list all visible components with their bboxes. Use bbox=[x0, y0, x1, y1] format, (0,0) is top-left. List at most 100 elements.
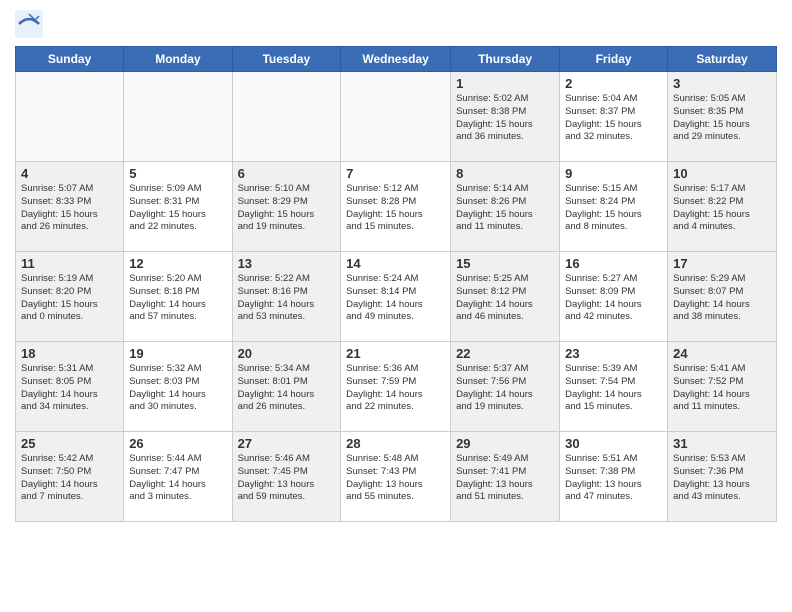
cell-info-line: Sunset: 8:09 PM bbox=[565, 286, 662, 299]
cell-info-line: and 26 minutes. bbox=[21, 221, 118, 234]
day-number: 17 bbox=[673, 256, 771, 271]
day-number: 28 bbox=[346, 436, 445, 451]
cell-info-line: Sunset: 8:18 PM bbox=[129, 286, 226, 299]
cell-info-line: Sunset: 8:05 PM bbox=[21, 376, 118, 389]
cell-info-line: Sunset: 7:41 PM bbox=[456, 466, 554, 479]
cell-info-line: and 34 minutes. bbox=[21, 401, 118, 414]
cal-cell: 1Sunrise: 5:02 AMSunset: 8:38 PMDaylight… bbox=[451, 72, 560, 162]
day-header-saturday: Saturday bbox=[668, 47, 777, 72]
cell-info-line: Sunrise: 5:24 AM bbox=[346, 273, 445, 286]
day-number: 2 bbox=[565, 76, 662, 91]
cell-info-line: Sunset: 8:37 PM bbox=[565, 106, 662, 119]
cell-info-line: and 22 minutes. bbox=[129, 221, 226, 234]
cell-info-line: Daylight: 14 hours bbox=[565, 389, 662, 402]
cell-info-line: Daylight: 14 hours bbox=[129, 389, 226, 402]
day-header-wednesday: Wednesday bbox=[341, 47, 451, 72]
cell-info-line: and 29 minutes. bbox=[673, 131, 771, 144]
cal-cell bbox=[232, 72, 341, 162]
cell-info-line: Daylight: 13 hours bbox=[673, 479, 771, 492]
cell-info-line: and 22 minutes. bbox=[346, 401, 445, 414]
day-number: 22 bbox=[456, 346, 554, 361]
cell-info-line: Sunset: 7:43 PM bbox=[346, 466, 445, 479]
cell-info-line: Daylight: 14 hours bbox=[346, 389, 445, 402]
day-number: 19 bbox=[129, 346, 226, 361]
cell-info-line: Sunset: 7:38 PM bbox=[565, 466, 662, 479]
cell-info-line: Sunrise: 5:32 AM bbox=[129, 363, 226, 376]
cell-info-line: Daylight: 15 hours bbox=[21, 209, 118, 222]
cell-info-line: Sunset: 8:03 PM bbox=[129, 376, 226, 389]
cell-info-line: and 38 minutes. bbox=[673, 311, 771, 324]
day-number: 3 bbox=[673, 76, 771, 91]
cell-info-line: Daylight: 15 hours bbox=[673, 209, 771, 222]
day-number: 12 bbox=[129, 256, 226, 271]
cal-cell: 20Sunrise: 5:34 AMSunset: 8:01 PMDayligh… bbox=[232, 342, 341, 432]
cell-info-line: and 30 minutes. bbox=[129, 401, 226, 414]
cell-info-line: Sunrise: 5:36 AM bbox=[346, 363, 445, 376]
cell-info-line: and 57 minutes. bbox=[129, 311, 226, 324]
cell-info-line: Daylight: 14 hours bbox=[129, 299, 226, 312]
cal-cell: 28Sunrise: 5:48 AMSunset: 7:43 PMDayligh… bbox=[341, 432, 451, 522]
cell-info-line: Sunset: 8:24 PM bbox=[565, 196, 662, 209]
cell-info-line: and 19 minutes. bbox=[456, 401, 554, 414]
day-number: 16 bbox=[565, 256, 662, 271]
cell-info-line: Sunrise: 5:15 AM bbox=[565, 183, 662, 196]
cal-cell: 18Sunrise: 5:31 AMSunset: 8:05 PMDayligh… bbox=[16, 342, 124, 432]
cal-cell: 10Sunrise: 5:17 AMSunset: 8:22 PMDayligh… bbox=[668, 162, 777, 252]
cell-info-line: Sunrise: 5:49 AM bbox=[456, 453, 554, 466]
cell-info-line: Daylight: 15 hours bbox=[21, 299, 118, 312]
cell-info-line: and 59 minutes. bbox=[238, 491, 336, 504]
day-number: 14 bbox=[346, 256, 445, 271]
cell-info-line: Daylight: 13 hours bbox=[565, 479, 662, 492]
cell-info-line: and 19 minutes. bbox=[238, 221, 336, 234]
day-header-sunday: Sunday bbox=[16, 47, 124, 72]
cell-info-line: and 42 minutes. bbox=[565, 311, 662, 324]
cell-info-line: Sunrise: 5:04 AM bbox=[565, 93, 662, 106]
cell-info-line: Daylight: 14 hours bbox=[238, 299, 336, 312]
cell-info-line: Daylight: 14 hours bbox=[346, 299, 445, 312]
cal-cell: 2 Sunrise: 5:04 AMSunset: 8:37 PMDaylight… bbox=[560, 72, 668, 162]
cell-info-line: Sunset: 8:07 PM bbox=[673, 286, 771, 299]
cal-cell: 16Sunrise: 5:27 AMSunset: 8:09 PMDayligh… bbox=[560, 252, 668, 342]
cell-info-line: and 47 minutes. bbox=[565, 491, 662, 504]
cell-info-line: Sunrise: 5:44 AM bbox=[129, 453, 226, 466]
day-number: 31 bbox=[673, 436, 771, 451]
day-number: 1 bbox=[456, 76, 554, 91]
cell-info-line: Daylight: 15 hours bbox=[673, 119, 771, 132]
cell-info-line: Sunset: 8:38 PM bbox=[456, 106, 554, 119]
cell-info-line: Daylight: 15 hours bbox=[565, 119, 662, 132]
day-number: 15 bbox=[456, 256, 554, 271]
day-header-tuesday: Tuesday bbox=[232, 47, 341, 72]
cell-info-line: Sunset: 7:59 PM bbox=[346, 376, 445, 389]
cell-info-line: Sunrise: 5:48 AM bbox=[346, 453, 445, 466]
day-number: 24 bbox=[673, 346, 771, 361]
day-number: 27 bbox=[238, 436, 336, 451]
cell-info-line: Sunrise: 5:07 AM bbox=[21, 183, 118, 196]
cell-info-line: Sunrise: 5:29 AM bbox=[673, 273, 771, 286]
day-number: 30 bbox=[565, 436, 662, 451]
cal-cell: 6Sunrise: 5:10 AMSunset: 8:29 PMDaylight… bbox=[232, 162, 341, 252]
cell-info-line: Sunset: 8:01 PM bbox=[238, 376, 336, 389]
cal-cell: 13Sunrise: 5:22 AMSunset: 8:16 PMDayligh… bbox=[232, 252, 341, 342]
day-number: 20 bbox=[238, 346, 336, 361]
cell-info-line: Daylight: 14 hours bbox=[673, 299, 771, 312]
cell-info-line: Sunrise: 5:19 AM bbox=[21, 273, 118, 286]
cell-info-line: Sunrise: 5:17 AM bbox=[673, 183, 771, 196]
cell-info-line: Sunset: 7:47 PM bbox=[129, 466, 226, 479]
day-header-thursday: Thursday bbox=[451, 47, 560, 72]
day-number: 21 bbox=[346, 346, 445, 361]
cell-info-line: Sunset: 7:56 PM bbox=[456, 376, 554, 389]
header bbox=[15, 10, 777, 38]
cal-cell bbox=[124, 72, 232, 162]
cell-info-line: Sunrise: 5:20 AM bbox=[129, 273, 226, 286]
cell-info-line: Sunrise: 5:53 AM bbox=[673, 453, 771, 466]
cell-info-line: Daylight: 15 hours bbox=[346, 209, 445, 222]
cell-info-line: Daylight: 14 hours bbox=[456, 389, 554, 402]
cal-cell: 26Sunrise: 5:44 AMSunset: 7:47 PMDayligh… bbox=[124, 432, 232, 522]
cell-info-line: Daylight: 14 hours bbox=[21, 479, 118, 492]
cell-info-line: Sunrise: 5:05 AM bbox=[673, 93, 771, 106]
cell-info-line: Sunset: 8:20 PM bbox=[21, 286, 118, 299]
cell-info-line: Sunrise: 5:25 AM bbox=[456, 273, 554, 286]
cell-info-line: and 11 minutes. bbox=[673, 401, 771, 414]
cell-info-line: Sunrise: 5:31 AM bbox=[21, 363, 118, 376]
cell-info-line: Sunset: 8:12 PM bbox=[456, 286, 554, 299]
